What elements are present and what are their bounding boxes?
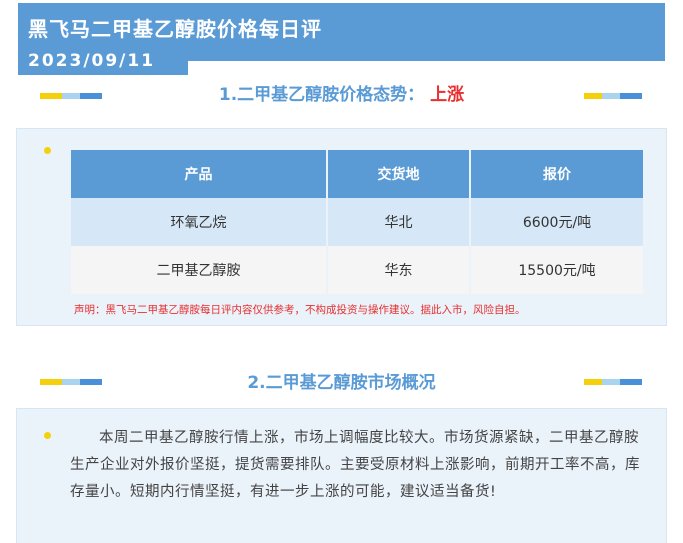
section2-title: 2.二甲基乙醇胺市场概况 bbox=[247, 373, 436, 393]
report-title: 黑飞马二甲基乙醇胺价格每日评 bbox=[28, 17, 322, 41]
price-cell: 15500元/吨 bbox=[470, 246, 643, 294]
table-header-row: 产品 交货地 报价 bbox=[71, 150, 643, 198]
header-notch bbox=[188, 61, 665, 75]
column-header-price: 报价 bbox=[470, 150, 643, 198]
report-header: 黑飞马二甲基乙醇胺价格每日评 2023/09/11 bbox=[18, 3, 665, 75]
section1-title-text: 1.二甲基乙醇胺价格态势： bbox=[218, 85, 425, 105]
disclaimer: 声明：黑飞马二甲基乙醇胺每日评内容仅供参考，不构成投资与操作建议。据此入市，风险… bbox=[74, 304, 526, 316]
price-table: 产品 交货地 报价 环氧乙烷 华北 6600元/吨 二甲基乙醇胺 华东 1550… bbox=[71, 150, 643, 294]
column-header-delivery: 交货地 bbox=[327, 150, 471, 198]
column-header-product: 产品 bbox=[71, 150, 328, 198]
product-cell: 二甲基乙醇胺 bbox=[71, 246, 328, 294]
bullet-icon bbox=[44, 432, 51, 439]
table-row: 环氧乙烷 华北 6600元/吨 bbox=[71, 198, 643, 246]
trend-status: 上涨 bbox=[430, 85, 465, 105]
report-date: 2023/09/11 bbox=[18, 47, 188, 75]
delivery-cell: 华东 bbox=[327, 246, 471, 294]
bullet-icon bbox=[44, 147, 51, 154]
product-cell: 环氧乙烷 bbox=[71, 198, 328, 246]
market-overview-text: 本周二甲基乙醇胺行情上涨，市场上调幅度比较大。市场货源紧缺，二甲基乙醇胺生产企业… bbox=[70, 430, 640, 500]
section1-title: 1.二甲基乙醇胺价格态势： 上涨 bbox=[0, 80, 683, 105]
delivery-cell: 华北 bbox=[327, 198, 471, 246]
table-row: 二甲基乙醇胺 华东 15500元/吨 bbox=[71, 246, 643, 294]
price-cell: 6600元/吨 bbox=[470, 198, 643, 246]
